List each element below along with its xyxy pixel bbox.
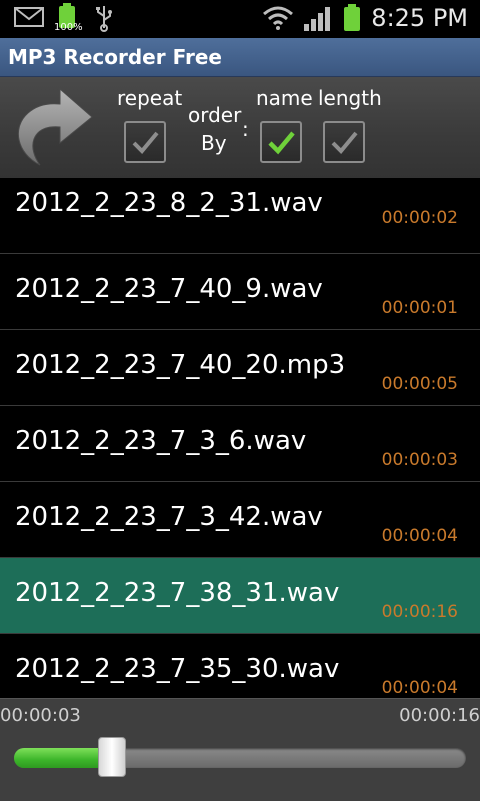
total-time: 00:00:16 [399, 705, 480, 726]
recording-duration: 00:00:01 [381, 298, 458, 318]
recording-name: 2012_2_23_7_3_6.wav [15, 426, 307, 456]
signal-icon [303, 6, 331, 36]
current-time: 00:00:03 [0, 705, 81, 726]
recording-name: 2012_2_23_7_3_42.wav [15, 502, 323, 532]
recording-name: 2012_2_23_7_38_31.wav [15, 578, 340, 608]
recording-duration: 00:00:04 [381, 678, 458, 698]
list-item-selected[interactable]: 2012_2_23_7_38_31.wav 00:00:16 [0, 558, 480, 634]
sort-by-name-checkbox[interactable] [260, 121, 302, 163]
recording-duration: 00:00:05 [381, 374, 458, 394]
colon-label: : [242, 117, 249, 141]
recording-name: 2012_2_23_7_40_20.mp3 [15, 350, 346, 380]
mail-icon [14, 6, 44, 32]
recording-duration: 00:00:04 [381, 526, 458, 546]
playback-bar: 00:00:03 00:00:16 [0, 698, 480, 801]
recording-duration: 00:00:03 [381, 450, 458, 470]
status-bar: 100% 8:25 PM [0, 0, 480, 38]
list-item[interactable]: 2012_2_23_7_40_9.wav 00:00:01 [0, 254, 480, 330]
title-bar: MP3 Recorder Free [0, 38, 480, 77]
recording-duration: 00:00:02 [381, 208, 458, 228]
list-item[interactable]: 2012_2_23_7_3_6.wav 00:00:03 [0, 406, 480, 482]
recording-list[interactable]: 2012_2_23_8_2_31.wav 00:00:02 2012_2_23_… [0, 178, 480, 698]
app-title: MP3 Recorder Free [8, 45, 222, 69]
by-label: By [201, 131, 227, 155]
battery-full-icon [342, 4, 362, 36]
recording-name: 2012_2_23_8_2_31.wav [15, 188, 323, 218]
seek-track[interactable] [14, 748, 466, 768]
list-item[interactable]: 2012_2_23_8_2_31.wav 00:00:02 [0, 178, 480, 254]
battery-percent: 100% [54, 22, 83, 33]
toolbar: repeat order By : name length [0, 77, 480, 178]
back-arrow-icon[interactable] [10, 83, 94, 173]
recording-duration: 00:00:16 [381, 602, 458, 622]
list-item[interactable]: 2012_2_23_7_40_20.mp3 00:00:05 [0, 330, 480, 406]
usb-icon [94, 4, 114, 36]
recording-name: 2012_2_23_7_35_30.wav [15, 654, 340, 684]
order-label: order [188, 103, 242, 127]
repeat-label: repeat [117, 86, 183, 110]
seek-thumb[interactable] [98, 737, 126, 777]
repeat-checkbox[interactable] [124, 121, 166, 163]
recording-name: 2012_2_23_7_40_9.wav [15, 274, 323, 304]
wifi-icon [262, 6, 294, 34]
name-label: name [256, 86, 313, 110]
length-label: length [318, 86, 382, 110]
clock: 8:25 PM [371, 4, 468, 32]
list-item[interactable]: 2012_2_23_7_35_30.wav 00:00:04 [0, 634, 480, 698]
list-item[interactable]: 2012_2_23_7_3_42.wav 00:00:04 [0, 482, 480, 558]
sort-by-length-checkbox[interactable] [323, 121, 365, 163]
seek-progress [14, 748, 108, 768]
